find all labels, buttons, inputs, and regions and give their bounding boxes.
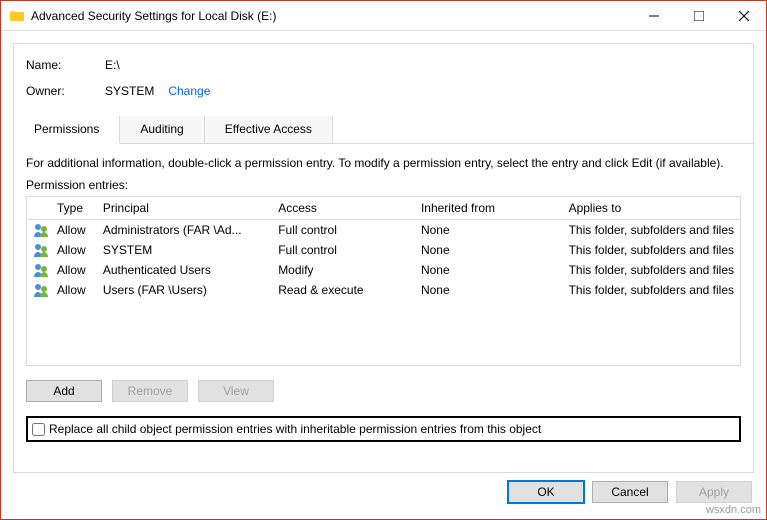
cell-principal: Authenticated Users [97, 260, 272, 280]
view-button[interactable]: View [198, 380, 274, 402]
tab-permissions[interactable]: Permissions [14, 116, 120, 144]
replace-checkbox[interactable] [32, 423, 45, 436]
table-row[interactable]: AllowAdministrators (FAR \Ad...Full cont… [27, 220, 740, 241]
tabs: Permissions Auditing Effective Access [14, 116, 753, 144]
cell-type: Allow [51, 220, 97, 241]
cell-type: Allow [51, 280, 97, 300]
add-button[interactable]: Add [26, 380, 102, 402]
window-title: Advanced Security Settings for Local Dis… [31, 9, 631, 23]
cell-applies: This folder, subfolders and files [563, 280, 740, 300]
tab-auditing[interactable]: Auditing [120, 116, 204, 143]
close-button[interactable] [721, 1, 766, 31]
table-row[interactable]: AllowAuthenticated UsersModifyNoneThis f… [27, 260, 740, 280]
apply-button[interactable]: Apply [676, 481, 752, 503]
header-principal[interactable]: Principal [97, 197, 272, 220]
instructions-text: For additional information, double-click… [26, 156, 741, 170]
replace-checkbox-label: Replace all child object permission entr… [49, 422, 541, 436]
cell-principal: Administrators (FAR \Ad... [97, 220, 272, 241]
cell-applies: This folder, subfolders and files [563, 220, 740, 241]
remove-button[interactable]: Remove [112, 380, 188, 402]
header-type[interactable]: Type [51, 197, 97, 220]
cell-access: Full control [272, 240, 415, 260]
cell-type: Allow [51, 260, 97, 280]
cell-inherited: None [415, 220, 563, 241]
users-icon [33, 242, 49, 258]
users-icon [33, 282, 49, 298]
header-icon[interactable] [27, 197, 51, 220]
cell-access: Full control [272, 220, 415, 241]
change-owner-link[interactable]: Change [168, 84, 210, 98]
ok-button[interactable]: OK [508, 481, 584, 503]
table-header-row: Type Principal Access Inherited from App… [27, 197, 740, 220]
cell-access: Read & execute [272, 280, 415, 300]
header-access[interactable]: Access [272, 197, 415, 220]
cell-inherited: None [415, 260, 563, 280]
name-value: E:\ [105, 58, 120, 72]
header-applies[interactable]: Applies to [563, 197, 740, 220]
users-icon [33, 222, 49, 238]
tab-effective-access[interactable]: Effective Access [205, 116, 333, 143]
cell-inherited: None [415, 280, 563, 300]
owner-value: SYSTEM [105, 84, 154, 98]
watermark: wsxdn.com [706, 504, 761, 516]
header-inherited[interactable]: Inherited from [415, 197, 563, 220]
cancel-button[interactable]: Cancel [592, 481, 668, 503]
maximize-button[interactable] [676, 1, 721, 31]
owner-label: Owner: [26, 84, 105, 98]
cell-applies: This folder, subfolders and files [563, 260, 740, 280]
users-icon [33, 262, 49, 278]
minimize-button[interactable] [631, 1, 676, 31]
entries-label: Permission entries: [26, 178, 741, 192]
permissions-table[interactable]: Type Principal Access Inherited from App… [26, 196, 741, 366]
cell-access: Modify [272, 260, 415, 280]
main-panel: Name: E:\ Owner: SYSTEM Change Permissio… [13, 43, 754, 473]
cell-principal: SYSTEM [97, 240, 272, 260]
cell-type: Allow [51, 240, 97, 260]
table-row[interactable]: AllowSYSTEMFull controlNoneThis folder, … [27, 240, 740, 260]
cell-principal: Users (FAR \Users) [97, 280, 272, 300]
table-row[interactable]: AllowUsers (FAR \Users)Read & executeNon… [27, 280, 740, 300]
titlebar: Advanced Security Settings for Local Dis… [1, 1, 766, 31]
replace-checkbox-row[interactable]: Replace all child object permission entr… [26, 416, 741, 442]
folder-icon [9, 8, 25, 24]
cell-applies: This folder, subfolders and files [563, 240, 740, 260]
name-label: Name: [26, 58, 105, 72]
cell-inherited: None [415, 240, 563, 260]
